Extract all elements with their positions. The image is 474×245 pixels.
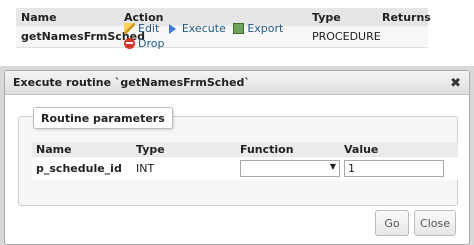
table-row: getNamesFrmSched Edit Execute Export Dro… xyxy=(16,22,428,50)
param-header-function: Function xyxy=(240,142,294,156)
export-label: Export xyxy=(247,21,284,35)
function-select[interactable]: ▼ xyxy=(240,160,340,177)
edit-link[interactable]: Edit xyxy=(124,22,159,35)
header-name: Name xyxy=(21,10,57,24)
dialog-title: Execute routine `getNamesFrmSched` xyxy=(13,76,250,89)
play-icon xyxy=(168,23,176,34)
param-value-cell: 1 xyxy=(344,160,458,177)
param-name: p_schedule_id xyxy=(36,162,122,175)
header-returns: Returns xyxy=(382,10,431,24)
fieldset-legend: Routine parameters xyxy=(33,107,173,129)
routine-parameters-fieldset: Routine parameters Name Type Function Va… xyxy=(18,107,458,206)
close-icon[interactable]: ✖ xyxy=(450,76,461,91)
param-type: INT xyxy=(136,162,155,175)
close-button[interactable]: Close xyxy=(414,210,456,236)
drop-link[interactable]: Drop xyxy=(124,37,164,50)
param-header-value: Value xyxy=(344,142,379,156)
edit-label: Edit xyxy=(138,21,160,35)
header-type: Type xyxy=(312,10,341,24)
parameters-header-row: Name Type Function Value xyxy=(32,142,458,156)
table-row: p_schedule_id INT ▼ 1 xyxy=(32,156,458,180)
execute-label: Execute xyxy=(181,22,226,35)
execute-routine-dialog: Execute routine `getNamesFrmSched` ✖ Rou… xyxy=(4,70,470,245)
param-header-type: Type xyxy=(136,142,165,156)
export-link[interactable]: Export xyxy=(233,22,283,35)
param-header-name: Name xyxy=(36,142,72,156)
param-function-cell: ▼ xyxy=(240,160,344,177)
export-icon xyxy=(233,22,245,34)
go-button[interactable]: Go xyxy=(375,210,409,236)
dropdown-arrow-icon: ▼ xyxy=(329,162,336,171)
value-input[interactable]: 1 xyxy=(344,160,444,177)
parameters-table: Name Type Function Value p_schedule_id I… xyxy=(32,142,458,180)
routine-actions: Edit Execute Export Drop xyxy=(120,22,312,52)
execute-link[interactable]: Execute xyxy=(167,22,226,35)
drop-icon xyxy=(124,37,135,49)
drop-label: Drop xyxy=(138,36,165,50)
routine-name: getNamesFrmSched xyxy=(21,30,145,43)
pencil-icon xyxy=(124,22,135,34)
routines-table: Name Action Type Returns getNamesFrmSche… xyxy=(16,8,431,50)
dialog-titlebar: Execute routine `getNamesFrmSched` ✖ xyxy=(5,71,469,95)
routine-type: PROCEDURE xyxy=(312,30,381,43)
